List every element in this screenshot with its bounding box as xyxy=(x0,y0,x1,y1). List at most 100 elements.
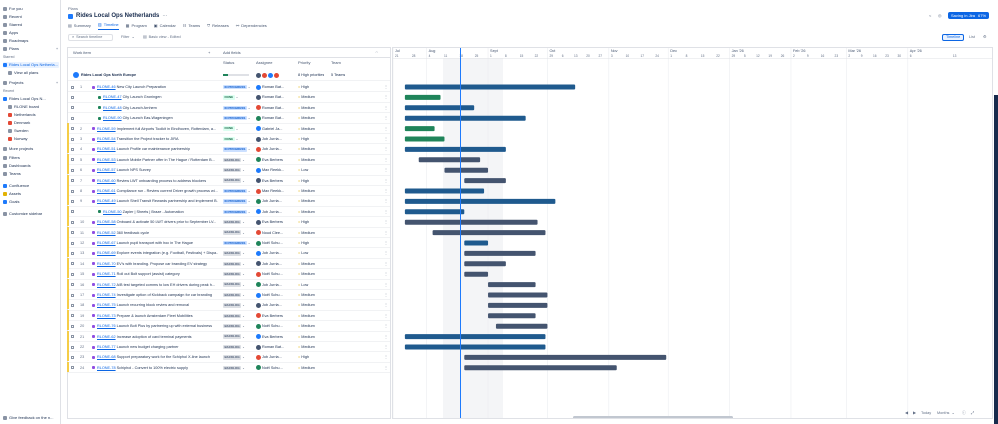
work-item-key[interactable]: RLONE-74 xyxy=(97,293,116,297)
timeline-bar[interactable] xyxy=(404,334,546,340)
work-item-key[interactable]: RLONE-52 xyxy=(97,231,116,235)
assignee-cell[interactable]: Eva Berbers xyxy=(256,332,296,342)
row-checkbox[interactable] xyxy=(71,207,77,217)
assignee-cell[interactable]: Gabriel Ja... xyxy=(256,124,296,134)
sidebar-item-view-all-plans[interactable]: View all plans xyxy=(8,70,59,76)
priority-cell[interactable]: = Low xyxy=(298,248,328,258)
team-cell[interactable] xyxy=(331,165,386,175)
priority-cell[interactable]: = Medium xyxy=(298,311,328,321)
row-checkbox[interactable] xyxy=(71,144,77,154)
work-item-key[interactable]: RLONE-58 xyxy=(97,220,116,224)
row-drag-icon[interactable]: ⋮ xyxy=(384,259,389,269)
team-cell[interactable] xyxy=(331,155,386,165)
status-cell[interactable]: BACKLOG ⌄ xyxy=(223,311,245,321)
work-item-key[interactable]: RLONE-50 xyxy=(103,210,122,214)
priority-cell[interactable]: = Medium xyxy=(298,342,328,352)
status-cell[interactable]: IN PROGRESS ⌄ xyxy=(223,113,250,123)
row-checkbox[interactable] xyxy=(71,248,77,258)
work-item-key[interactable]: RLONE-47 xyxy=(103,95,122,99)
priority-cell[interactable]: = High xyxy=(298,82,328,92)
team-cell[interactable] xyxy=(331,280,386,290)
timeline-bar[interactable] xyxy=(464,261,506,267)
table-row[interactable]: RLONE-47 City Launch Groningen DONE ⌄ Roma… xyxy=(68,92,390,103)
team-cell[interactable] xyxy=(331,124,386,134)
table-row[interactable]: 12 RLONE-67 Launch pupil transport with h… xyxy=(68,238,390,249)
status-cell[interactable]: BACKLOG ⌄ xyxy=(223,342,245,352)
assignee-cell[interactable]: Job Jurria... xyxy=(256,207,296,217)
status-cell[interactable]: BACKLOG ⌄ xyxy=(223,363,245,373)
assignee-cell[interactable]: Eva Berbers xyxy=(256,217,296,227)
assignee-cell[interactable]: Noël Schu... xyxy=(256,321,296,331)
priority-cell[interactable]: = Medium xyxy=(298,363,328,373)
team-cell[interactable] xyxy=(331,113,386,123)
breadcrumb[interactable]: Plans xyxy=(68,6,78,11)
table-row[interactable]: 24 RLONE-78 Schiphol - Convert to 100% el… xyxy=(68,363,390,374)
settings-icon[interactable]: ⚙ xyxy=(980,34,988,41)
status-cell[interactable]: BACKLOG ⌄ xyxy=(223,155,245,165)
team-cell[interactable] xyxy=(331,300,386,310)
priority-cell[interactable]: = Medium xyxy=(298,113,328,123)
table-row[interactable]: 1 RLONE-46 New City Launch Preparation IN … xyxy=(68,82,390,93)
status-cell[interactable]: BACKLOG ⌄ xyxy=(223,290,245,300)
assignee-cell[interactable]: Roman Bat... xyxy=(256,92,296,102)
row-checkbox[interactable] xyxy=(71,342,77,352)
team-cell[interactable] xyxy=(331,238,386,248)
row-drag-icon[interactable]: ⋮ xyxy=(384,300,389,310)
scroll-left-icon[interactable]: ◀ xyxy=(902,410,910,417)
team-cell[interactable] xyxy=(331,134,386,144)
assignee-cell[interactable]: Job Jurria... xyxy=(256,259,296,269)
table-row[interactable]: RLONE-48 City Launch Arnhem IN PROGRESS ⌄… xyxy=(68,103,390,114)
status-cell[interactable]: BACKLOG ⌄ xyxy=(223,228,245,238)
work-item-key[interactable]: RLONE-76 xyxy=(97,324,116,328)
assignee-cell[interactable]: Roman Bat... xyxy=(256,113,296,123)
priority-cell[interactable]: = Medium xyxy=(298,300,328,310)
priority-cell[interactable]: = Low xyxy=(298,280,328,290)
row-drag-icon[interactable]: ⋮ xyxy=(384,124,389,134)
priority-cell[interactable]: = Medium xyxy=(298,228,328,238)
team-cell[interactable] xyxy=(331,144,386,154)
priority-cell[interactable]: = High xyxy=(298,134,328,144)
row-checkbox[interactable] xyxy=(71,321,77,331)
row-checkbox[interactable] xyxy=(71,300,77,310)
priority-cell[interactable]: = High xyxy=(298,176,328,186)
table-row[interactable]: 4 RLONE-51 Launch Profile car maintenance… xyxy=(68,144,390,155)
timeline-bar[interactable] xyxy=(404,126,435,132)
team-cell[interactable] xyxy=(331,363,386,373)
tab-releases[interactable]: ⛉ Releases xyxy=(207,22,229,30)
team-cell[interactable] xyxy=(331,332,386,342)
col-header-assignee[interactable]: Assignee xyxy=(256,58,272,67)
table-row[interactable]: 5 RLONE-53 Launch Mobile Partner offer in… xyxy=(68,155,390,166)
status-cell[interactable]: BACKLOG ⌄ xyxy=(223,269,245,279)
work-item-key[interactable]: RLONE-77 xyxy=(97,345,116,349)
team-cell[interactable] xyxy=(331,311,386,321)
row-drag-icon[interactable]: ⋮ xyxy=(384,92,389,102)
row-checkbox[interactable] xyxy=(71,103,77,113)
timeline-toggle-button[interactable]: Timeline xyxy=(942,34,964,41)
sidebar-item-sweden[interactable]: Sweden xyxy=(8,128,59,134)
row-checkbox[interactable] xyxy=(71,238,77,248)
priority-cell[interactable]: = Medium xyxy=(298,92,328,102)
tab-calendar[interactable]: ▣ Calendar xyxy=(154,22,176,30)
col-header-team[interactable]: Team xyxy=(331,58,341,67)
priority-cell[interactable]: = Medium xyxy=(298,207,328,217)
timeline-bar[interactable] xyxy=(418,157,481,163)
sidebar-feedback[interactable]: Give feedback on the n... xyxy=(3,415,59,421)
table-row[interactable]: 17 RLONE-74 Investigate option of Kickbac… xyxy=(68,290,390,301)
status-cell[interactable]: DONE ⌄ xyxy=(223,134,238,144)
sidebar-item-recent-project[interactable]: Rides Local Ops N... xyxy=(3,96,59,102)
row-drag-icon[interactable]: ⋮ xyxy=(384,113,389,123)
sidebar-item-board[interactable]: RLONE board xyxy=(8,104,59,110)
sidebar-item-netherlands[interactable]: Netherlands xyxy=(8,112,59,118)
work-item-key[interactable]: RLONE-75 xyxy=(97,303,116,307)
assignee-cell[interactable]: Job Jurria... xyxy=(256,144,296,154)
team-cell[interactable] xyxy=(331,176,386,186)
row-checkbox[interactable] xyxy=(71,186,77,196)
collapse-columns-icon[interactable]: ⇔ xyxy=(375,48,379,57)
list-toggle-button[interactable]: List xyxy=(966,34,978,41)
timeline-bar[interactable] xyxy=(464,178,506,184)
status-cell[interactable]: BACKLOG ⌄ xyxy=(223,321,245,331)
timeline-bar[interactable] xyxy=(488,302,548,308)
row-checkbox[interactable] xyxy=(71,311,77,321)
sidebar-item-roadmaps[interactable]: Roadmaps xyxy=(3,38,59,44)
team-cell[interactable] xyxy=(331,269,386,279)
